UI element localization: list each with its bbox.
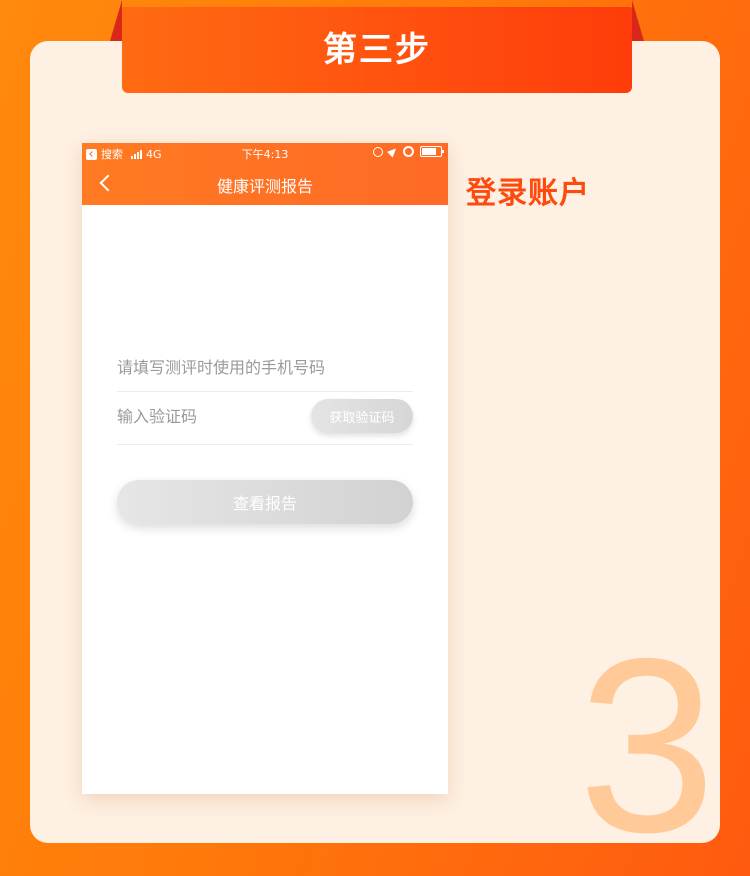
status-right — [373, 145, 444, 158]
banner-title: 第三步 — [323, 29, 431, 70]
verification-code-placeholder[interactable]: 输入验证码 — [117, 403, 197, 427]
phone-number-placeholder[interactable]: 请填写测评时使用的手机号码 — [117, 354, 325, 378]
view-report-button[interactable]: 查看报告 — [117, 480, 413, 524]
location-icon — [386, 145, 400, 158]
battery-icon — [420, 146, 444, 157]
get-code-button[interactable]: 获取验证码 — [311, 399, 413, 433]
orientation-lock-icon — [373, 146, 383, 157]
status-bar: 搜索 4G 下午4:13 — [82, 143, 448, 163]
step-number: 3 — [578, 606, 716, 843]
verification-code-field[interactable]: 输入验证码 获取验证码 — [117, 397, 413, 445]
phone-screenshot: 搜索 4G 下午4:13 健康评测报告 请填写测评时使用的手机号码 输入验证码 … — [82, 143, 448, 794]
step-banner: 第三步 — [122, 7, 632, 93]
ribbon-fold-left — [110, 0, 122, 41]
nav-title: 健康评测报告 — [216, 177, 313, 196]
app-header: 搜索 4G 下午4:13 健康评测报告 — [82, 143, 448, 205]
alarm-icon — [403, 146, 414, 157]
ribbon-fold-right — [632, 0, 644, 41]
step-label: 登录账户 — [466, 176, 590, 211]
phone-number-field[interactable]: 请填写测评时使用的手机号码 — [117, 348, 413, 392]
